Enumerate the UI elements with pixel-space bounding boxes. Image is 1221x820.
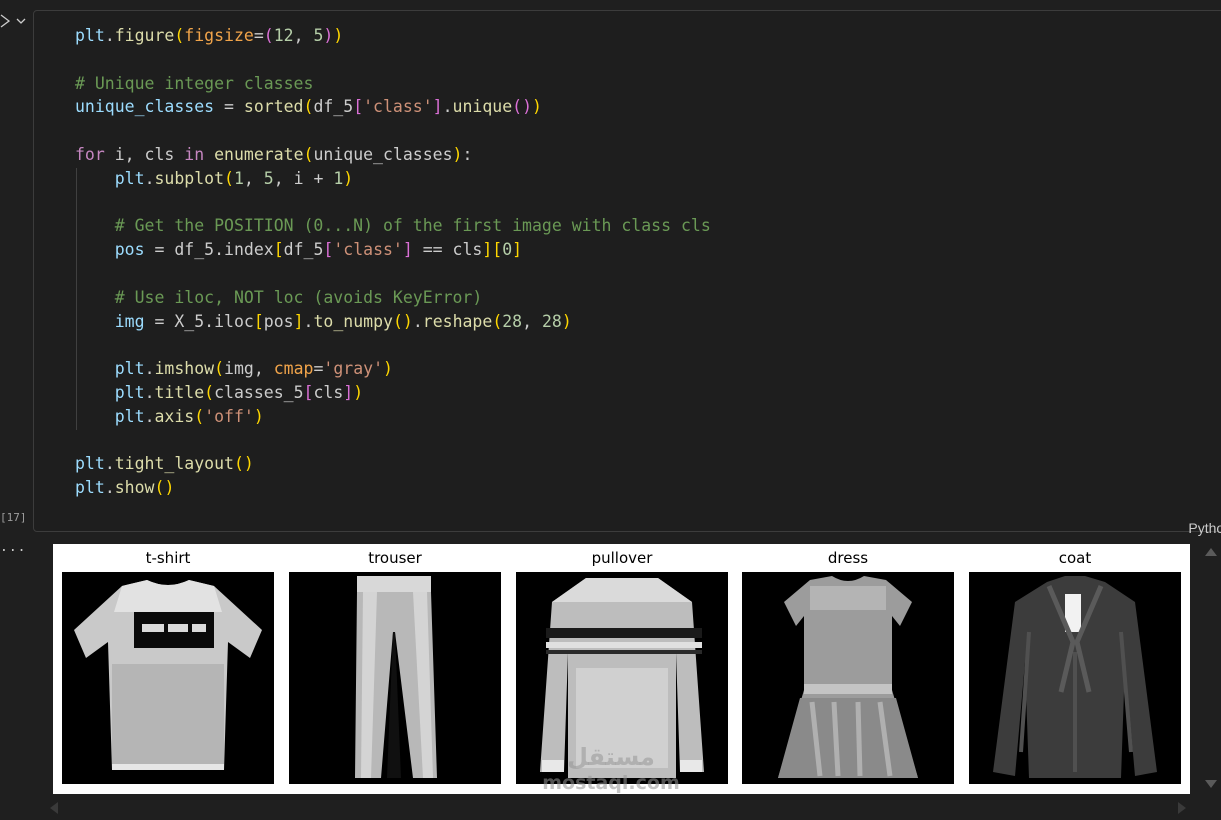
output-menu-icon[interactable]: ... <box>0 540 26 555</box>
code-line: unique_classes = sorted(df_5['class'].un… <box>75 97 542 117</box>
scroll-left-arrow-icon[interactable] <box>50 802 58 814</box>
panel-title-dress: dress <box>827 549 869 567</box>
coat-image <box>969 572 1181 784</box>
dress-image <box>742 572 954 784</box>
code-line: # Get the POSITION (0...N) of the first … <box>114 216 711 236</box>
code-line: plt.subplot(1, 5, i + 1) <box>114 168 354 188</box>
panel-title-t-shirt: t-shirt <box>145 549 191 567</box>
watermark-arabic: مستقل <box>567 743 655 771</box>
panel-title-pullover: pullover <box>591 549 653 567</box>
watermark-latin: mostaql.com <box>542 772 680 794</box>
scroll-right-arrow-icon[interactable] <box>1178 802 1186 814</box>
chevron-down-icon[interactable] <box>16 17 26 25</box>
panel-title-trouser: trouser <box>368 549 422 567</box>
code-line: pos = df_5.index[df_5['class'] == cls][0… <box>114 240 523 260</box>
code-line: plt.figure(figsize=(12, 5)) <box>75 26 344 45</box>
code-line: # Use iloc, NOT loc (avoids KeyError) <box>114 287 483 307</box>
code-line: plt.imshow(img, cmap='gray') <box>114 359 393 379</box>
cell-language-label[interactable]: Python <box>1188 520 1221 536</box>
scroll-down-arrow-icon[interactable] <box>1205 780 1217 788</box>
run-cell-icon[interactable] <box>0 14 10 28</box>
code-line: # Unique integer classes <box>75 73 314 93</box>
code-line: plt.tight_layout() <box>75 454 254 474</box>
code-line: plt.axis('off') <box>114 406 264 426</box>
code-line: plt.title(classes_5[cls]) <box>114 382 364 402</box>
code-line: plt.show() <box>75 478 175 498</box>
execution-count: [17] <box>0 511 27 524</box>
code-line: img = X_5.iloc[pos].to_numpy().reshape(2… <box>114 311 572 331</box>
trouser-image <box>289 572 501 784</box>
t-shirt-image <box>62 572 274 784</box>
scroll-up-arrow-icon[interactable] <box>1205 548 1217 556</box>
watermark: مستقل mostaql.com <box>536 742 686 796</box>
cell-gutter: [17] ... <box>0 0 32 820</box>
code-editor[interactable]: plt.figure(figsize=(12, 5)) # Unique int… <box>75 24 711 500</box>
panel-title-coat: coat <box>1058 549 1092 567</box>
code-line: for i, cls in enumerate(unique_classes): <box>75 144 473 164</box>
